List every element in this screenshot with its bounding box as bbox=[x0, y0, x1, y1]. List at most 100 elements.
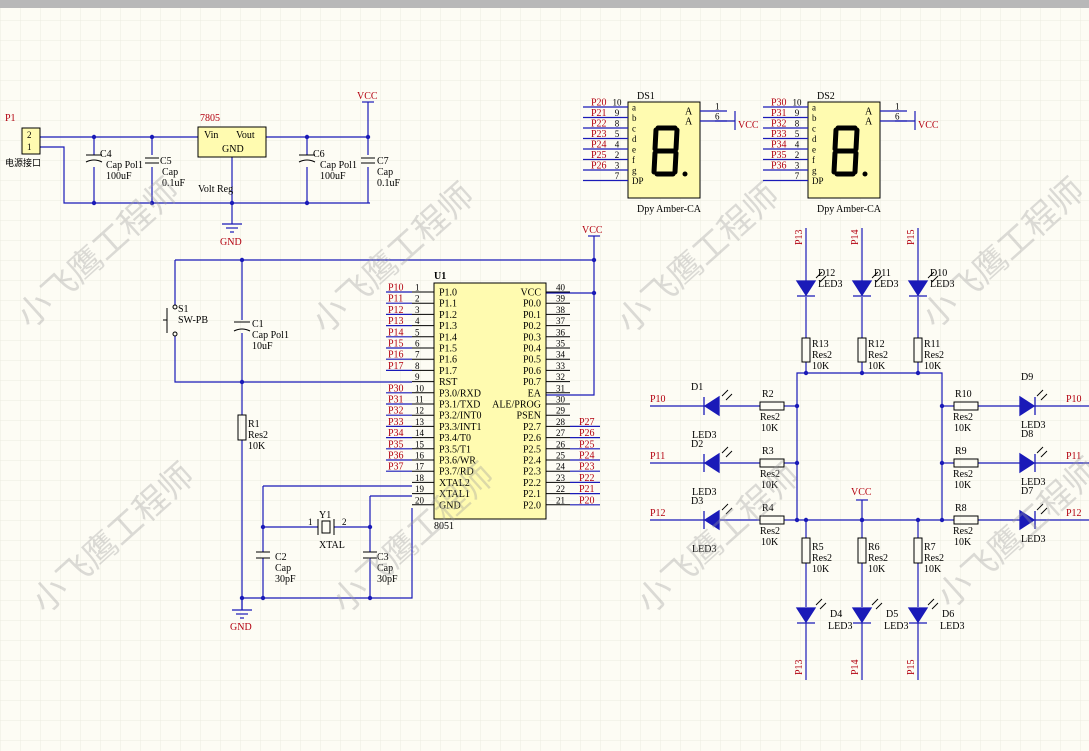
mcu-net-label: P14 bbox=[388, 327, 404, 338]
mcu-net-label: P25 bbox=[579, 439, 595, 450]
mcu-net-label: P30 bbox=[388, 383, 404, 394]
display-segment bbox=[831, 150, 838, 175]
mcu-net-label: P27 bbox=[579, 417, 595, 428]
mcu-pin-name: PSEN bbox=[517, 411, 541, 422]
mcu-pin-name: P2.0 bbox=[523, 500, 541, 511]
s1-ref: S1 bbox=[178, 304, 189, 315]
display-segment-label: b bbox=[812, 113, 817, 123]
led-ref: D2 bbox=[691, 439, 703, 450]
display-pin-number: 2 bbox=[615, 150, 620, 160]
display-net-label: P33 bbox=[771, 129, 787, 140]
mcu-pin-number: 23 bbox=[556, 473, 566, 483]
display-pin-number: 7 bbox=[615, 171, 620, 181]
mcu-net-label: P12 bbox=[388, 305, 404, 316]
display-segment-label: f bbox=[812, 155, 815, 165]
mcu-pin-name: P3.5/T1 bbox=[439, 444, 471, 455]
display-anode-number: 6 bbox=[715, 112, 720, 122]
c5-ref: C5 bbox=[160, 156, 172, 167]
resistor-ref: R11 bbox=[924, 339, 940, 350]
mcu-pin-number: 2 bbox=[415, 294, 420, 304]
led-part: LED3 bbox=[828, 621, 852, 632]
led-net-label: P12 bbox=[650, 508, 666, 519]
mcu-pin-number: 8 bbox=[415, 361, 420, 371]
led-ref: D8 bbox=[1021, 429, 1033, 440]
display-segment bbox=[672, 150, 679, 175]
mcu-pin-number: 6 bbox=[415, 339, 420, 349]
resistor-value: 10K bbox=[812, 564, 830, 575]
display-decimal-point bbox=[862, 171, 868, 177]
display-pin-number: 3 bbox=[615, 161, 620, 171]
mcu-net-label: P11 bbox=[388, 294, 403, 305]
mcu-net-label: P20 bbox=[579, 495, 595, 506]
mcu-pin-name: P3.1/TXD bbox=[439, 400, 480, 411]
display-segment-label: c bbox=[632, 124, 636, 134]
display-segment-label: a bbox=[812, 103, 816, 113]
mcu-pin-name: P2.2 bbox=[523, 478, 541, 489]
mcu-net-label: P34 bbox=[388, 428, 404, 439]
display-ref: DS1 bbox=[637, 91, 655, 102]
power-gnd-label: GND bbox=[220, 237, 242, 248]
display-pin-number: 7 bbox=[795, 171, 800, 181]
mcu-pin-name: P1.6 bbox=[439, 355, 457, 366]
reset-gnd-label: GND bbox=[230, 622, 252, 633]
led-part: LED3 bbox=[884, 621, 908, 632]
display-segment-label: e bbox=[632, 145, 636, 155]
display-net-label: P21 bbox=[591, 108, 607, 119]
display-pin-number: 3 bbox=[795, 161, 800, 171]
mcu-pin-name: P2.5 bbox=[523, 444, 541, 455]
reg-gnd: GND bbox=[222, 144, 244, 155]
mcu-net-label: P16 bbox=[388, 350, 404, 361]
mcu-pin-number: 4 bbox=[415, 316, 420, 326]
c6-value: 100uF bbox=[320, 171, 346, 182]
c1-ref: C1 bbox=[252, 319, 264, 330]
display-pin-number: 10 bbox=[793, 98, 803, 108]
resistor-type: Res2 bbox=[868, 350, 888, 361]
mcu-pin-name: P3.4/T0 bbox=[439, 433, 471, 444]
led-ref: D12 bbox=[818, 268, 835, 279]
mcu-pin-number: 31 bbox=[556, 383, 565, 393]
junction-dot bbox=[794, 460, 800, 466]
led-net-label: P11 bbox=[650, 451, 665, 462]
junction-dot bbox=[803, 517, 809, 523]
s1-type: SW-PB bbox=[178, 315, 208, 326]
mcu-pin-name: P1.0 bbox=[439, 288, 457, 299]
reg-ref: 7805 bbox=[200, 113, 220, 124]
mcu-pin-name: RST bbox=[439, 377, 457, 388]
display-segment bbox=[673, 127, 680, 152]
y1-pin1: 1 bbox=[308, 517, 313, 527]
junction-dot bbox=[939, 460, 945, 466]
mcu-pin-name: P2.1 bbox=[523, 489, 541, 500]
display-pin-number: 2 bbox=[795, 150, 800, 160]
power-vcc-label: VCC bbox=[357, 91, 378, 102]
p1-pin2: 2 bbox=[27, 130, 32, 140]
resistor-type: Res2 bbox=[953, 412, 973, 423]
resistor-value: 10K bbox=[954, 480, 972, 491]
resistor-type: Res2 bbox=[760, 412, 780, 423]
led-net-label: P10 bbox=[650, 394, 666, 405]
junction-dot bbox=[794, 517, 800, 523]
mcu-net-label: P32 bbox=[388, 406, 404, 417]
junction-dot bbox=[939, 517, 945, 523]
display-segment-label: b bbox=[632, 113, 637, 123]
mcu-net-label: P17 bbox=[388, 361, 404, 372]
display-segment bbox=[853, 127, 860, 152]
mcu-pin-name: P2.6 bbox=[523, 433, 541, 444]
display-vcc-label: VCC bbox=[918, 120, 939, 131]
led-ref: D5 bbox=[886, 609, 898, 620]
mcu-pin-name: P0.5 bbox=[523, 355, 541, 366]
c2-value: 30pF bbox=[275, 574, 296, 585]
schematic-sheet: P1 2 1 电源接口 C4 Cap Pol1 100uF C5 Cap 0.1… bbox=[0, 0, 1089, 751]
mcu-net-label: P26 bbox=[579, 428, 595, 439]
mcu-net-label: P24 bbox=[579, 451, 595, 462]
led-vcc-label: VCC bbox=[851, 487, 872, 498]
mcu-pin-name: P1.5 bbox=[439, 344, 457, 355]
display-segment-label: e bbox=[812, 145, 816, 155]
mcu-pin-number: 16 bbox=[415, 451, 425, 461]
mcu-pin-name: P2.4 bbox=[523, 456, 541, 467]
c1-type: Cap Pol1 bbox=[252, 330, 289, 341]
mcu-vcc-label: VCC bbox=[582, 225, 603, 236]
led-ref: D4 bbox=[830, 609, 842, 620]
display-segment-label: g bbox=[632, 166, 637, 176]
display-anode-label: A bbox=[685, 117, 693, 128]
mcu-pin-name: P1.7 bbox=[439, 366, 457, 377]
